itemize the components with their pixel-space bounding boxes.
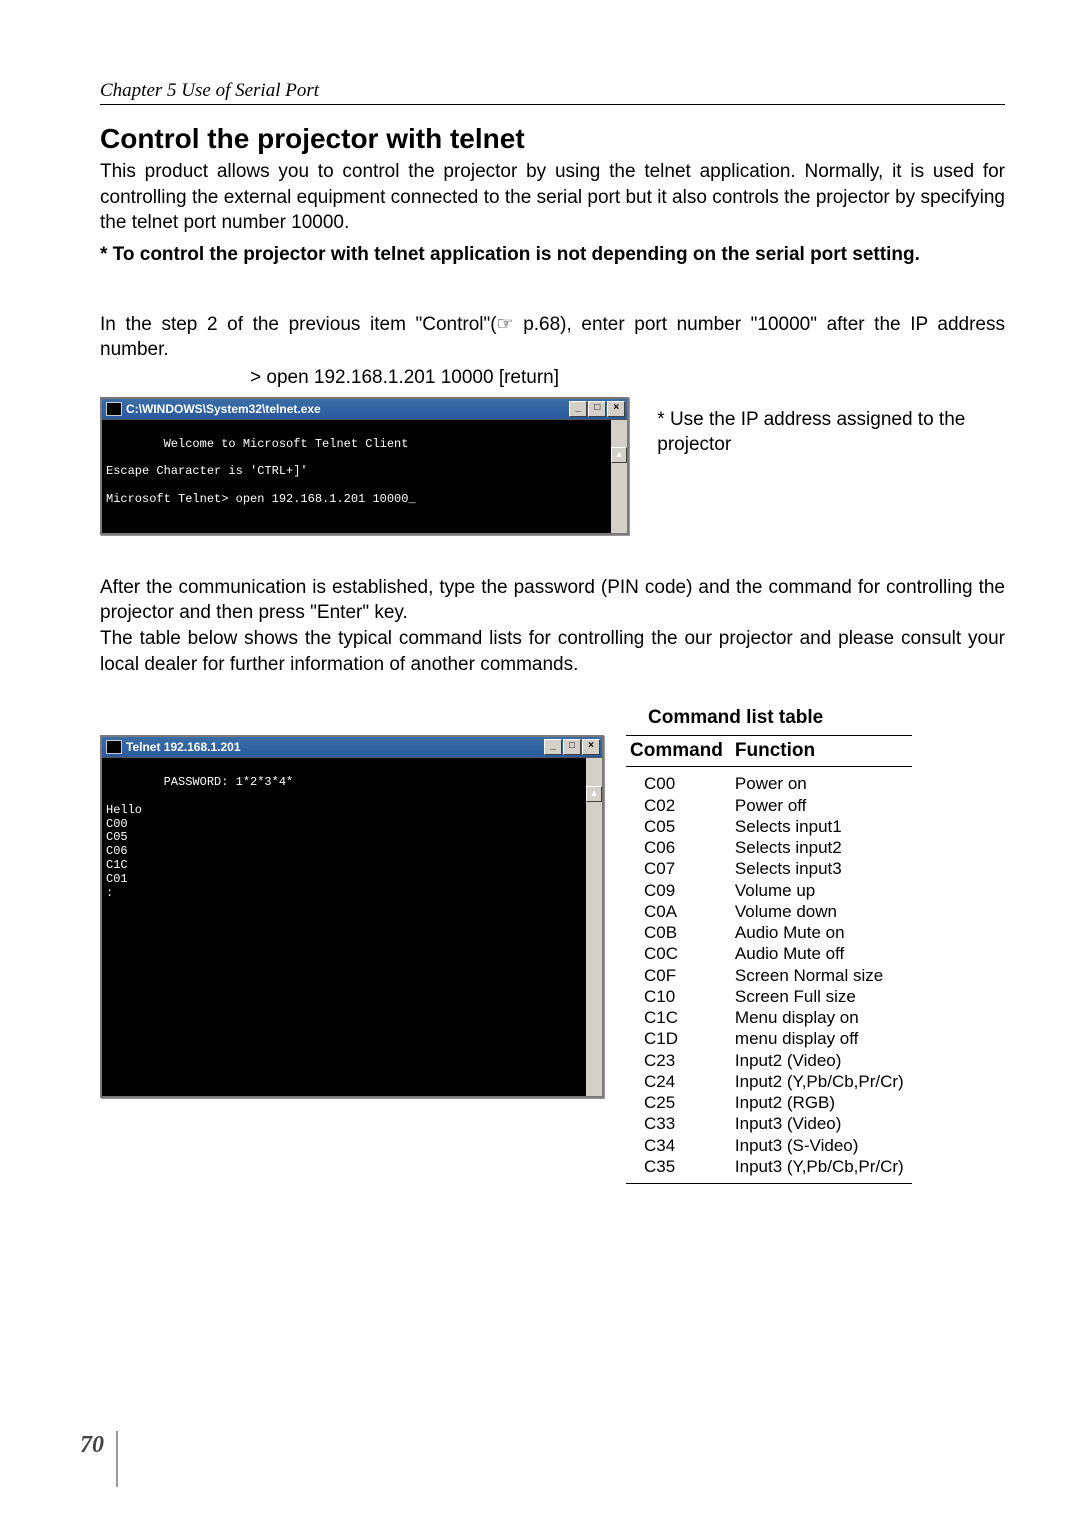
scrollbar[interactable]: ▲ [586, 758, 602, 1096]
maximize-button[interactable]: □ [588, 401, 606, 417]
window-title: Telnet 192.168.1.201 [126, 740, 241, 754]
cmd-icon [106, 402, 122, 416]
scrollbar[interactable]: ▲ [611, 420, 627, 533]
table-cell-function: Power on [731, 767, 912, 795]
table-cell-command: C24 [626, 1071, 731, 1092]
table-cell-command: C06 [626, 837, 731, 858]
table-cell-command: C02 [626, 795, 731, 816]
table-cell-function: Menu display on [731, 1007, 912, 1028]
table-cell-command: C23 [626, 1050, 731, 1071]
table-cell-function: Screen Full size [731, 986, 912, 1007]
chapter-header: Chapter 5 Use of Serial Port [100, 80, 1005, 105]
table-cell-command: C1D [626, 1028, 731, 1049]
window-title: C:\WINDOWS\System32\telnet.exe [126, 402, 321, 416]
table-cell-command: C25 [626, 1092, 731, 1113]
table-cell-command: C10 [626, 986, 731, 1007]
table-cell-function: Input2 (Y,Pb/Cb,Pr/Cr) [731, 1071, 912, 1092]
table-cell-function: Input2 (Video) [731, 1050, 912, 1071]
table-cell-command: C34 [626, 1135, 731, 1156]
telnet-window-2: Telnet 192.168.1.201 _ □ × PASSWORD: 1*2… [100, 735, 604, 1098]
page-number: 70 [80, 1431, 118, 1487]
intro-paragraph: This product allows you to control the p… [100, 159, 1005, 236]
table-cell-function: Selects input1 [731, 816, 912, 837]
close-button[interactable]: × [582, 739, 600, 755]
terminal-text: Welcome to Microsoft Telnet Client Escap… [106, 437, 416, 506]
command-line-example: > open 192.168.1.201 10000 [return] [250, 367, 1005, 389]
note-bold: * To control the projector with telnet a… [100, 242, 1005, 268]
step-paragraph: In the step 2 of the previous item "Cont… [100, 312, 1005, 363]
table-cell-function: Power off [731, 795, 912, 816]
table-cell-command: C35 [626, 1156, 731, 1184]
table-cell-function: Input3 (Video) [731, 1113, 912, 1134]
page-title: Control the projector with telnet [100, 123, 1005, 155]
table-cell-function: Volume down [731, 901, 912, 922]
table-cell-command: C09 [626, 880, 731, 901]
table-header-function: Function [731, 736, 912, 767]
table-cell-function: Volume up [731, 880, 912, 901]
table-cell-command: C0B [626, 922, 731, 943]
terminal-output[interactable]: PASSWORD: 1*2*3*4* Hello C00 C05 C06 C1C… [102, 757, 602, 1096]
table-cell-function: Selects input2 [731, 837, 912, 858]
table-cell-function: Screen Normal size [731, 965, 912, 986]
minimize-button[interactable]: _ [569, 401, 587, 417]
command-table: Command Function C00Power onC02Power off… [626, 735, 912, 1184]
table-header-command: Command [626, 736, 731, 767]
terminal-text: PASSWORD: 1*2*3*4* Hello C00 C05 C06 C1C… [106, 775, 293, 899]
table-cell-function: Input2 (RGB) [731, 1092, 912, 1113]
table-cell-function: Input3 (Y,Pb/Cb,Pr/Cr) [731, 1156, 912, 1184]
table-cell-command: C33 [626, 1113, 731, 1134]
table-cell-function: Selects input3 [731, 858, 912, 879]
table-cell-command: C1C [626, 1007, 731, 1028]
after-paragraph-2: The table below shows the typical comman… [100, 626, 1005, 677]
cmd-icon [106, 740, 122, 754]
cursor-arrow-icon: ↘ [578, 1080, 586, 1096]
scroll-up-icon[interactable]: ▲ [586, 786, 602, 802]
terminal-output[interactable]: Welcome to Microsoft Telnet Client Escap… [102, 419, 627, 533]
table-cell-function: Input3 (S-Video) [731, 1135, 912, 1156]
window-titlebar[interactable]: C:\WINDOWS\System32\telnet.exe _ □ × [102, 399, 627, 419]
table-cell-command: C0F [626, 965, 731, 986]
window-titlebar[interactable]: Telnet 192.168.1.201 _ □ × [102, 737, 602, 757]
telnet-window-1: C:\WINDOWS\System32\telnet.exe _ □ × Wel… [100, 397, 629, 535]
maximize-button[interactable]: □ [563, 739, 581, 755]
table-caption: Command list table [648, 707, 1005, 729]
ip-address-note: * Use the IP address assigned to the pro… [657, 397, 1005, 458]
table-cell-function: menu display off [731, 1028, 912, 1049]
table-cell-command: C0A [626, 901, 731, 922]
after-paragraph-1: After the communication is established, … [100, 575, 1005, 626]
table-cell-function: Audio Mute off [731, 943, 912, 964]
close-button[interactable]: × [607, 401, 625, 417]
table-cell-command: C0C [626, 943, 731, 964]
table-cell-function: Audio Mute on [731, 922, 912, 943]
table-cell-command: C07 [626, 858, 731, 879]
minimize-button[interactable]: _ [544, 739, 562, 755]
scroll-up-icon[interactable]: ▲ [611, 447, 627, 463]
